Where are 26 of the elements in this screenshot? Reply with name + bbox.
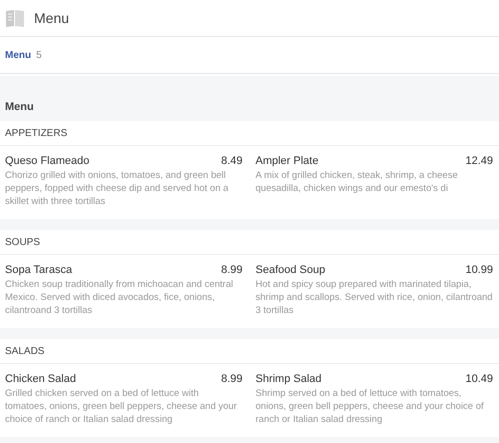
menu-tab[interactable]: Menu: [5, 48, 32, 62]
item-description: A mix of grilled chicken, steak, shrimp, a cheese quesadilla, chicken wings and our emesto's di: [256, 169, 459, 195]
tab-count: 5: [36, 48, 42, 62]
item-name: Seafood Soup: [256, 263, 326, 277]
menu-heading: Menu: [5, 100, 34, 114]
item-name: Sopa Tarasca: [5, 263, 72, 277]
item-price: 12.49: [465, 154, 493, 168]
item-price: 8.99: [221, 263, 242, 277]
item-description: Chicken soup traditionally from michoacan and central Mexico. Served with diced avocados, fice, onions, cilantroand 3 tortillas: [5, 278, 234, 317]
page-title: Menu: [34, 8, 70, 28]
section-heading: SOUPS: [5, 236, 40, 250]
item-price: 10.49: [465, 372, 493, 386]
item-name: Ampler Plate: [256, 154, 318, 168]
item-name: Shrimp Salad: [256, 372, 322, 386]
item-description: Shrimp served on a bed of lettuce with tomatoes, onions, green bell peppers, cheese and your choice of ranch or Italian salad dressing: [256, 387, 485, 426]
item-price: 8.49: [221, 154, 242, 168]
item-description: Grilled chicken served on a bed of lettuce with tomatoes, onions, green bell peppers, cheese and your choice of ranch or Italian salad dressing: [5, 387, 238, 426]
section-heading: SALADS: [5, 344, 44, 358]
item-price: 8.99: [221, 372, 242, 386]
item-price: 10.99: [465, 263, 493, 277]
book-icon: [5, 8, 25, 28]
item-description: Hot and spicy soup prepared with marinated tilapia, shrimp and scallops. Served with rice, onion, cilantroand 3 tortillas: [256, 278, 493, 317]
item-name: Chicken Salad: [5, 372, 76, 386]
section-heading: APPETIZERS: [5, 126, 68, 140]
item-description: Chorizo grilled with onions, tomatoes, and green bell peppers, fopped with cheese dip and served hot on a skillet with three tortillas: [5, 169, 230, 208]
item-name: Queso Flameado: [5, 154, 90, 168]
